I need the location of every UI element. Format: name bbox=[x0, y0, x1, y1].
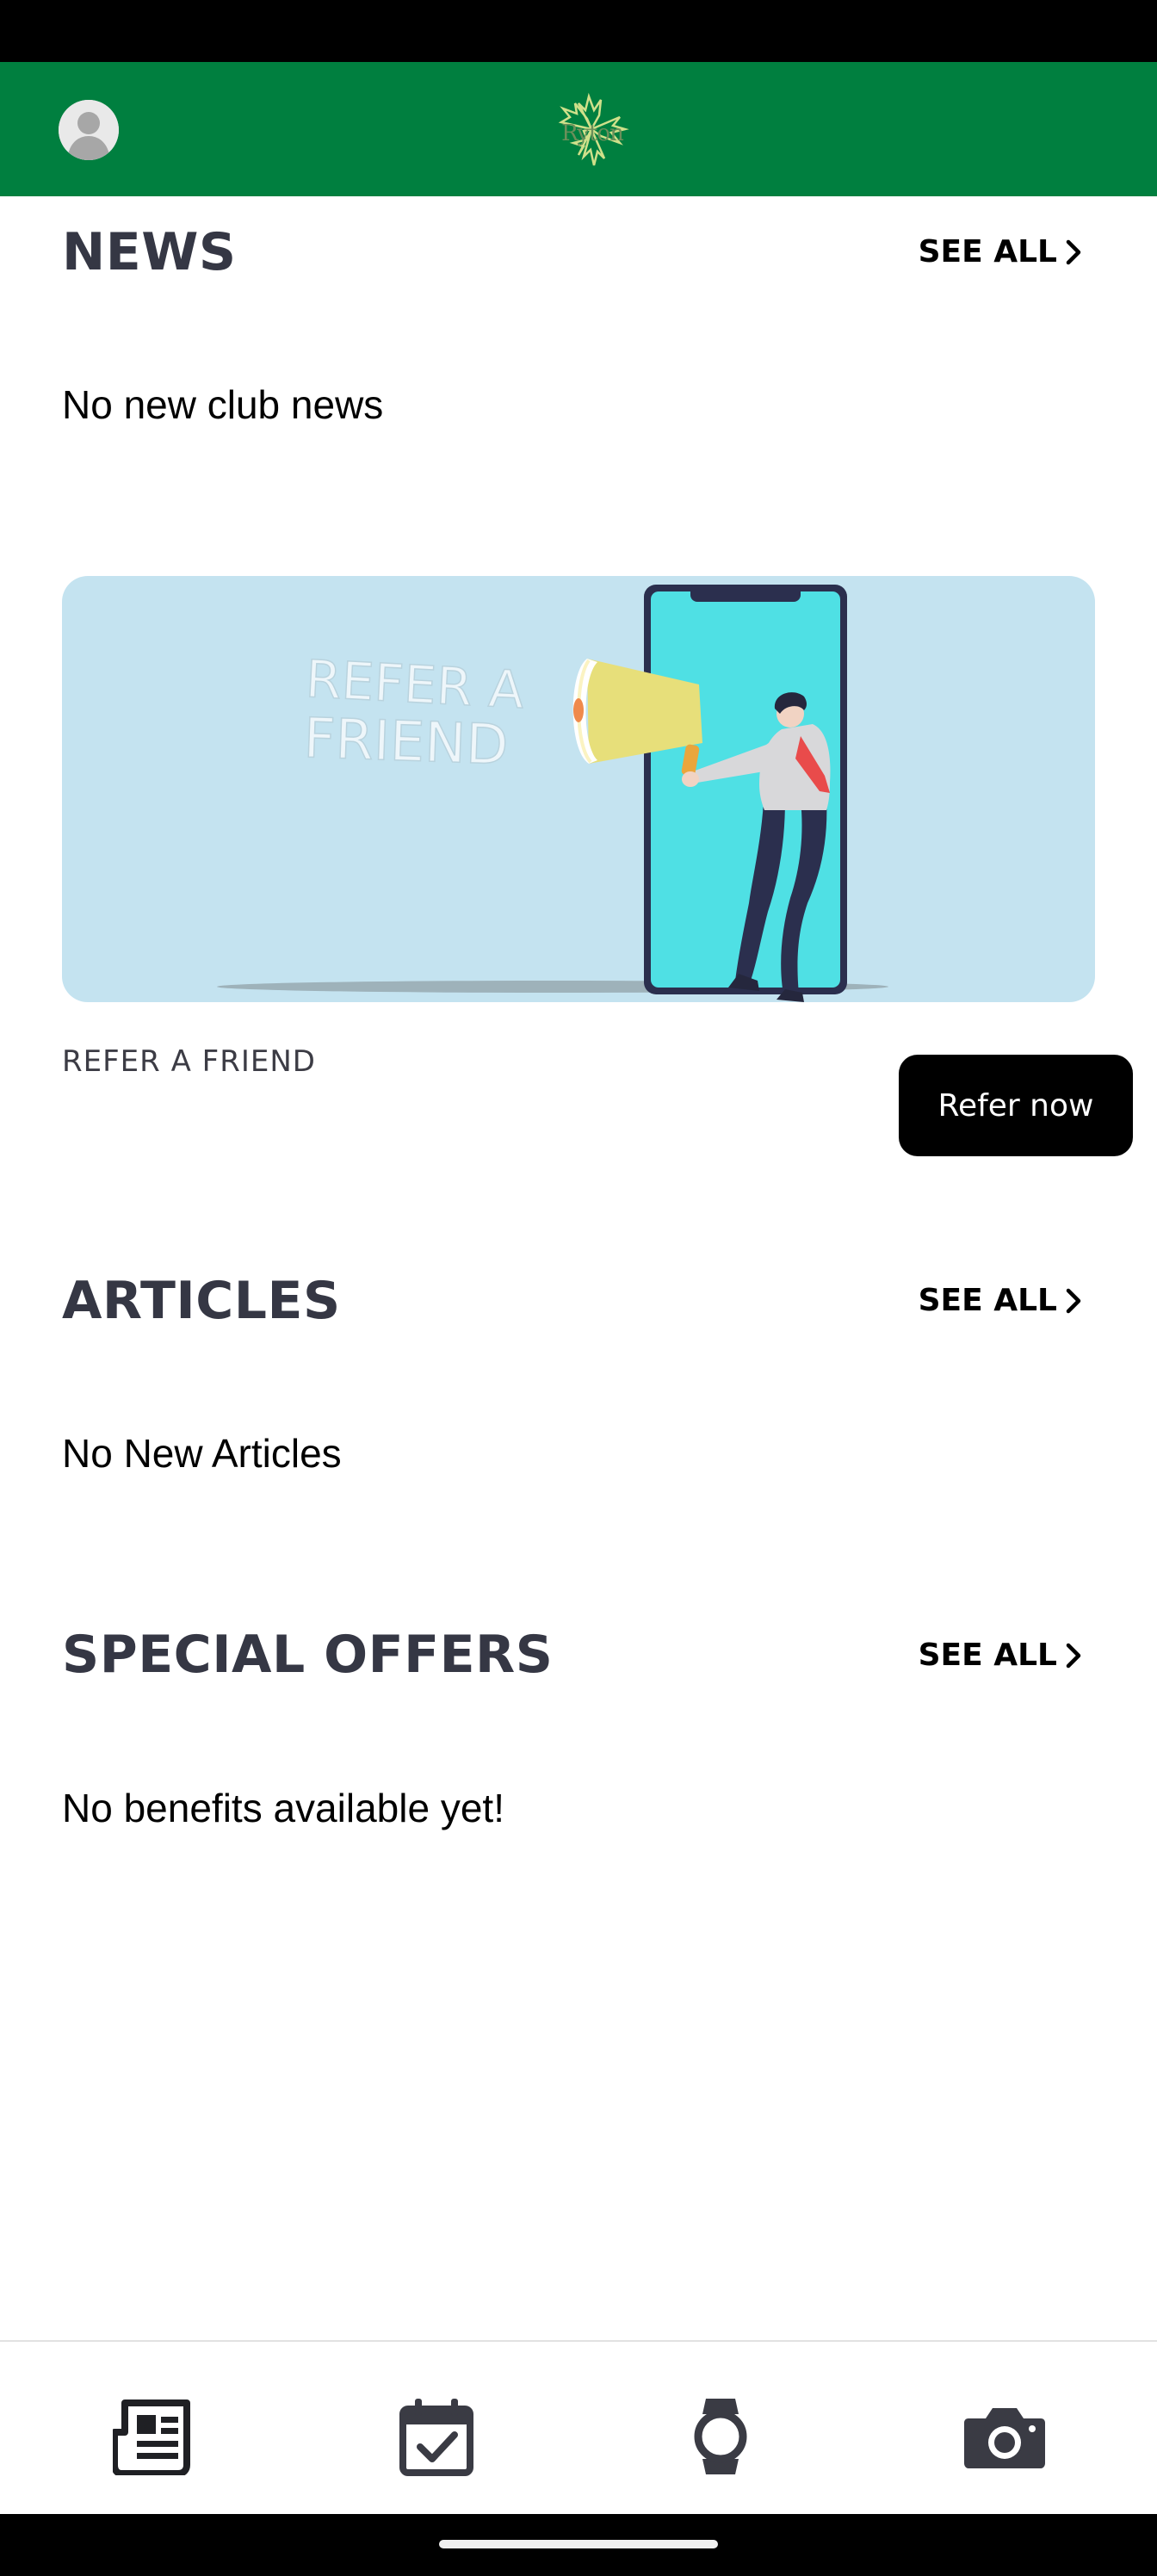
nav-camera[interactable] bbox=[957, 2393, 1052, 2480]
articles-see-all-button[interactable]: SEE ALL bbox=[919, 1283, 1085, 1318]
nav-news[interactable] bbox=[107, 2393, 201, 2480]
refer-banner[interactable]: REFER A FRIEND bbox=[62, 576, 1095, 1002]
offers-empty-message: No benefits available yet! bbox=[62, 1786, 504, 1830]
banner-headline-line2: FRIEND bbox=[302, 707, 509, 777]
calendar-check-icon bbox=[399, 2399, 473, 2476]
app-header: Ryton bbox=[0, 62, 1157, 196]
status-bar bbox=[0, 0, 1157, 62]
chevron-right-icon bbox=[1066, 239, 1081, 264]
refer-caption: REFER A FRIEND bbox=[62, 1044, 316, 1079]
articles-empty-message: No New Articles bbox=[62, 1431, 342, 1476]
see-all-label: SEE ALL bbox=[918, 1638, 1057, 1673]
special-offers-title: SPECIAL OFFERS bbox=[62, 1625, 554, 1685]
club-logo: Ryton bbox=[544, 88, 639, 170]
news-see-all-button[interactable]: SEE ALL bbox=[919, 234, 1085, 269]
newspaper-icon bbox=[113, 2400, 190, 2475]
see-all-label: SEE ALL bbox=[918, 234, 1057, 269]
home-indicator[interactable] bbox=[439, 2540, 718, 2548]
refer-now-button[interactable]: Refer now bbox=[899, 1055, 1133, 1156]
watch-icon bbox=[694, 2399, 747, 2474]
avatar[interactable] bbox=[59, 100, 119, 160]
chevron-right-icon bbox=[1066, 1288, 1081, 1313]
bottom-nav bbox=[0, 2340, 1157, 2516]
articles-title: ARTICLES bbox=[62, 1271, 341, 1331]
offers-see-all-button[interactable]: SEE ALL bbox=[919, 1638, 1085, 1673]
nav-bookings[interactable] bbox=[389, 2393, 484, 2480]
chevron-right-icon bbox=[1066, 1643, 1081, 1668]
user-silhouette-icon bbox=[59, 100, 119, 160]
camera-icon bbox=[964, 2408, 1045, 2468]
news-empty-message: No new club news bbox=[62, 382, 384, 427]
refer-illustration: REFER A FRIEND bbox=[217, 585, 888, 1002]
logo-text: Ryton bbox=[561, 121, 624, 146]
nav-watch[interactable] bbox=[673, 2393, 768, 2480]
see-all-label: SEE ALL bbox=[918, 1283, 1057, 1318]
news-title: NEWS bbox=[62, 222, 237, 282]
